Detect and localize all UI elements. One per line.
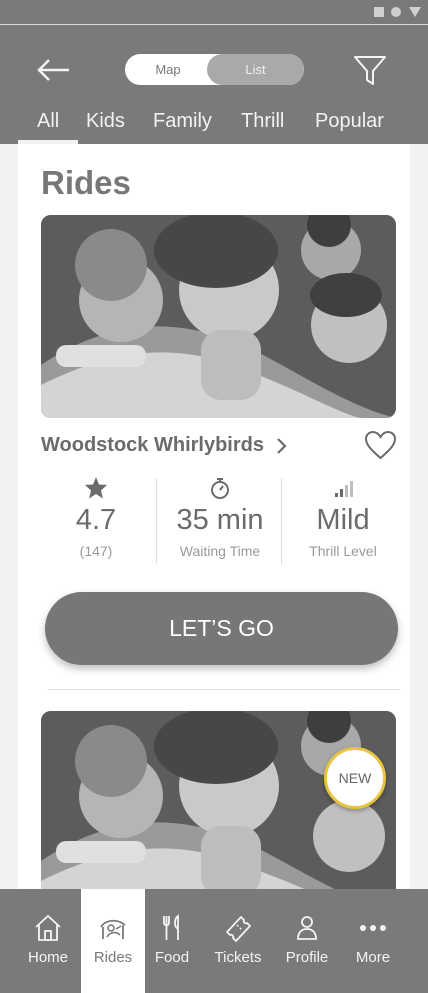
thrill-level-value: Mild [316, 504, 370, 536]
nav-label: More [355, 949, 391, 966]
nav-label: Profile [285, 949, 329, 966]
new-badge: NEW [324, 747, 386, 809]
circle-icon [391, 7, 401, 17]
app-header: Map List All Kids Family Thrill Popular [0, 25, 428, 144]
view-toggle[interactable]: Map List [125, 54, 304, 85]
nav-more[interactable]: More [346, 889, 400, 993]
stat-divider [156, 478, 157, 564]
nav-label: Home [27, 949, 68, 966]
wait-time-label: Waiting Time [179, 543, 261, 559]
nav-label: Tickets [214, 949, 262, 966]
filter-icon[interactable] [352, 52, 388, 88]
tab-kids[interactable]: Kids [86, 108, 125, 134]
home-icon [35, 914, 61, 941]
square-icon [374, 7, 384, 17]
wait-time-stat: 35 min Waiting Time [161, 476, 279, 559]
ticket-icon [226, 916, 251, 942]
rides-list[interactable]: Rides Woodstock Whirlybirds 4.7 (147) 35… [18, 144, 410, 889]
person-icon [297, 916, 317, 940]
tab-popular[interactable]: Popular [315, 108, 384, 134]
thrill-level-stat: Mild Thrill Level [284, 476, 402, 559]
fork-knife-icon [163, 914, 179, 940]
signal-bars-icon [335, 481, 353, 497]
ride-photo[interactable] [41, 215, 396, 418]
stopwatch-icon [211, 478, 229, 499]
thrill-level-label: Thrill Level [309, 543, 377, 559]
nav-home[interactable]: Home [15, 889, 81, 993]
ride-icon [100, 919, 126, 939]
triangle-icon [409, 7, 421, 17]
favorite-heart-icon[interactable] [364, 430, 397, 460]
lets-go-button[interactable]: LET’S GO [45, 592, 398, 665]
ride-name-link[interactable]: Woodstock Whirlybirds [41, 434, 264, 457]
category-tabs: All Kids Family Thrill Popular [0, 108, 428, 144]
nav-label: Food [154, 949, 190, 966]
bottom-nav: Home Rides Food Tickets Profile More [0, 889, 428, 993]
tab-thrill[interactable]: Thrill [241, 108, 284, 134]
tab-family[interactable]: Family [153, 108, 212, 134]
stat-divider [281, 478, 282, 564]
back-arrow-icon[interactable] [36, 55, 72, 85]
tab-all[interactable]: All [17, 108, 79, 144]
more-dots-icon [360, 925, 386, 931]
nav-tickets[interactable]: Tickets [203, 889, 273, 993]
map-toggle-option[interactable]: Map [125, 54, 211, 85]
card-divider [47, 689, 401, 690]
star-icon [85, 477, 107, 499]
chevron-right-icon[interactable] [275, 436, 289, 456]
nav-profile[interactable]: Profile [280, 889, 334, 993]
rating-stat: 4.7 (147) [37, 476, 155, 559]
nav-food[interactable]: Food [145, 889, 199, 993]
status-bar [0, 0, 428, 25]
page-title: Rides [41, 164, 131, 201]
list-toggle-option[interactable]: List [207, 54, 304, 85]
nav-rides[interactable]: Rides [81, 889, 145, 993]
wait-time-value: 35 min [176, 504, 264, 536]
rating-count: (147) [79, 543, 113, 559]
nav-label: Rides [93, 949, 133, 966]
rating-value: 4.7 [75, 504, 117, 536]
